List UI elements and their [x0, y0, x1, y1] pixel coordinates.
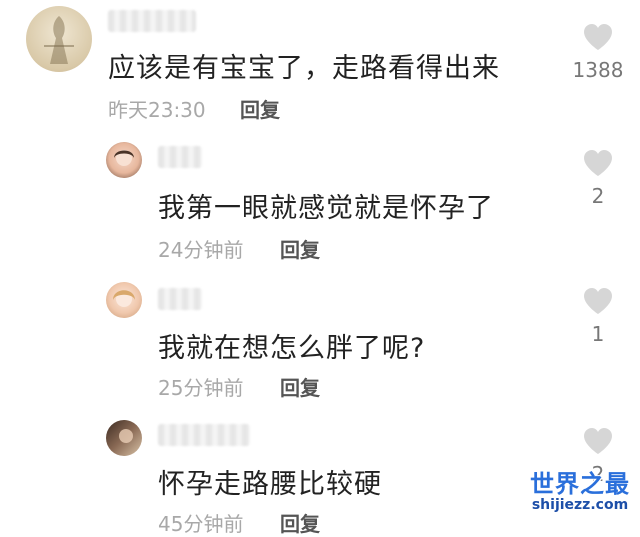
heart-icon[interactable]	[582, 286, 614, 316]
avatar-girl-icon	[114, 150, 134, 166]
comment-time: 25分钟前	[158, 376, 244, 400]
comment-time: 45分钟前	[158, 512, 244, 536]
comment-item: 我就在想怎么胖了呢? 25分钟前 回复 1	[0, 270, 640, 410]
comment-text: 怀孕走路腰比较硬	[158, 469, 382, 500]
reply-button[interactable]: 回复	[240, 94, 280, 123]
avatar-girl-icon	[113, 290, 135, 307]
comment-item: 应该是有宝宝了，走路看得出来 昨天23:30 回复 1388	[0, 0, 640, 130]
like-count: 2	[591, 184, 605, 208]
username-blurred	[158, 146, 202, 168]
heart-icon[interactable]	[582, 426, 614, 456]
watermark-title: 世界之最	[530, 470, 630, 498]
watermark-domain: shijiezz.com	[531, 497, 629, 513]
reply-button[interactable]: 回复	[280, 234, 320, 263]
comment-time: 24分钟前	[158, 238, 244, 262]
like-count: 1	[591, 322, 605, 346]
username-blurred	[108, 10, 196, 32]
avatar[interactable]	[106, 142, 142, 178]
avatar[interactable]	[106, 420, 142, 456]
reply-button[interactable]: 回复	[280, 508, 320, 537]
watermark: 世界之最 shijiezz.com	[530, 464, 630, 513]
heart-icon[interactable]	[582, 148, 614, 178]
avatar[interactable]	[26, 6, 92, 72]
reply-button[interactable]: 回复	[280, 372, 320, 401]
avatar-sketch-icon	[44, 16, 74, 64]
comment-item: 我第一眼就感觉就是怀孕了 24分钟前 回复 2	[0, 130, 640, 270]
comment-text: 我就在想怎么胖了呢?	[158, 333, 426, 364]
comment-text: 我第一眼就感觉就是怀孕了	[158, 193, 494, 224]
comment-text: 应该是有宝宝了，走路看得出来	[108, 53, 500, 84]
comment-time: 昨天23:30	[108, 98, 206, 122]
avatar-photo-icon	[119, 429, 133, 443]
like-count: 1388	[572, 58, 624, 82]
avatar[interactable]	[106, 282, 142, 318]
username-blurred	[158, 288, 202, 310]
username-blurred	[158, 424, 250, 446]
heart-icon[interactable]	[582, 22, 614, 52]
